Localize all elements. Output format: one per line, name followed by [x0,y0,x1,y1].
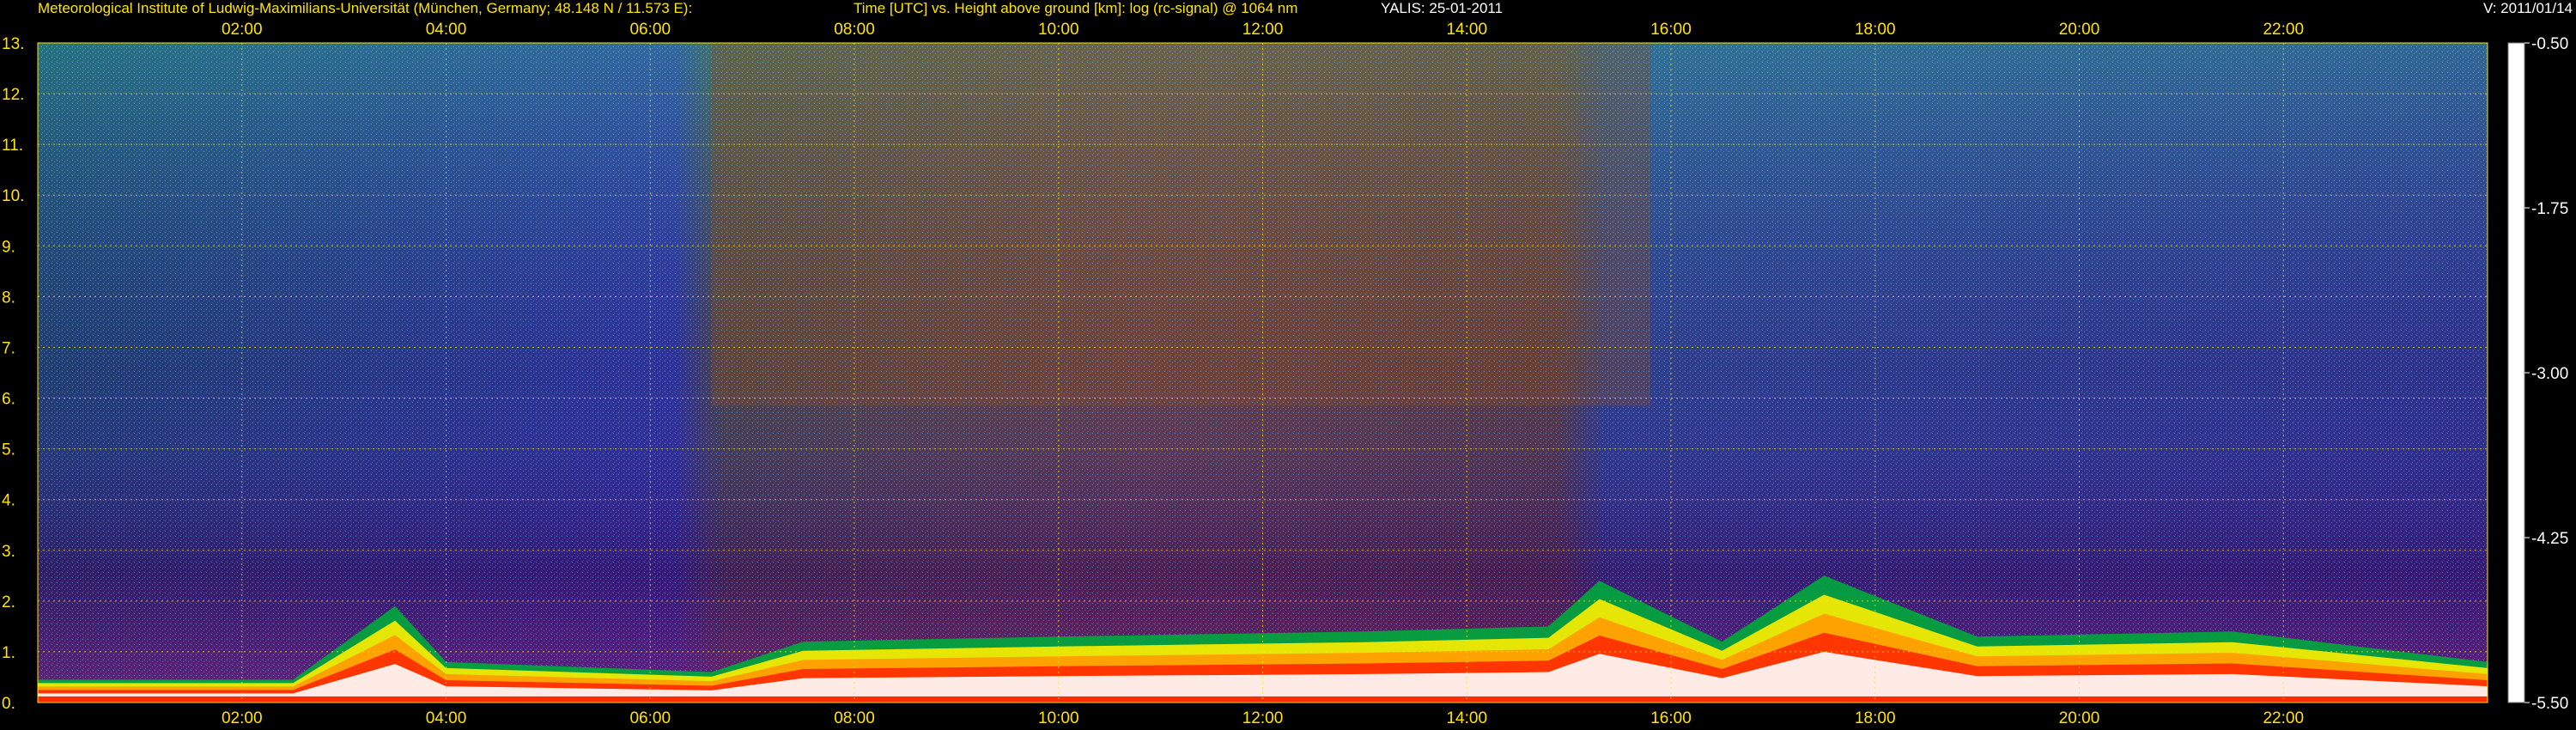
ground-return [38,696,2488,703]
x-tick-label-top: 14:00 [1446,21,1487,39]
y-tick-label: 5. [2,441,15,459]
x-tick-label-bottom: 16:00 [1650,709,1692,727]
x-axis-bottom: 02:00 04:00 06:00 08:00 10:00 12:00 14:00 16:00… [222,709,2304,727]
x-tick-label-top: 22:00 [2263,21,2304,39]
colorbar-scale [2507,42,2525,703]
y-tick-label: 4. [2,492,15,510]
x-tick-label-bottom: 20:00 [2059,709,2100,727]
x-tick-label-top: 02:00 [222,21,263,39]
x-tick-label-top: 20:00 [2059,21,2100,39]
x-tick-label-top: 08:00 [834,21,875,39]
x-tick-label-top: 18:00 [1855,21,1896,39]
y-axis: 0. 1. 2. 3. 4. 5. 6. 7. 8. 9. 10. 11. 12. 13. [2,35,24,713]
y-tick-label: 3. [2,543,15,561]
y-tick-label: 13. [2,35,24,53]
colorbar-tick-label: -5.50 [2531,695,2568,713]
colorbar-tick-label: -0.50 [2531,35,2568,53]
x-tick-label-top: 12:00 [1242,21,1284,39]
x-tick-label-bottom: 12:00 [1242,709,1284,727]
x-tick-label-bottom: 06:00 [629,709,671,727]
colorbar-tick-label: -1.75 [2531,200,2568,218]
colorbar: -0.50 -1.75 -3.00 -4.25 -5.50 [2507,35,2568,713]
y-tick-label: 6. [2,391,15,409]
x-tick-label-bottom: 02:00 [222,709,263,727]
x-tick-label-top: 10:00 [1038,21,1079,39]
y-tick-label: 2. [2,593,15,611]
x-tick-label-top: 16:00 [1650,21,1692,39]
y-tick-label: 9. [2,238,15,256]
x-tick-label-bottom: 18:00 [1855,709,1896,727]
x-tick-label-top: 04:00 [426,21,467,39]
colorbar-tick-label: -3.00 [2531,365,2568,383]
x-tick-label-bottom: 10:00 [1038,709,1079,727]
lidar-heatmap-chart: 02:00 04:00 06:00 08:00 10:00 12:00 14:00 16:00… [2,21,2568,727]
y-tick-label: 7. [2,339,15,357]
y-tick-label: 10. [2,187,24,205]
x-tick-label-bottom: 08:00 [834,709,875,727]
x-tick-label-bottom: 04:00 [426,709,467,727]
x-tick-label-top: 06:00 [629,21,671,39]
x-tick-label-bottom: 14:00 [1446,709,1487,727]
y-tick-label: 8. [2,289,15,307]
x-tick-label-bottom: 22:00 [2263,709,2304,727]
colorbar-tick-label: -4.25 [2531,530,2568,548]
y-tick-label: 12. [2,86,24,104]
x-axis-top: 02:00 04:00 06:00 08:00 10:00 12:00 14:00 16:00… [222,21,2304,39]
y-tick-label: 1. [2,644,15,662]
y-tick-label: 11. [2,137,23,155]
y-tick-label: 0. [2,695,15,713]
